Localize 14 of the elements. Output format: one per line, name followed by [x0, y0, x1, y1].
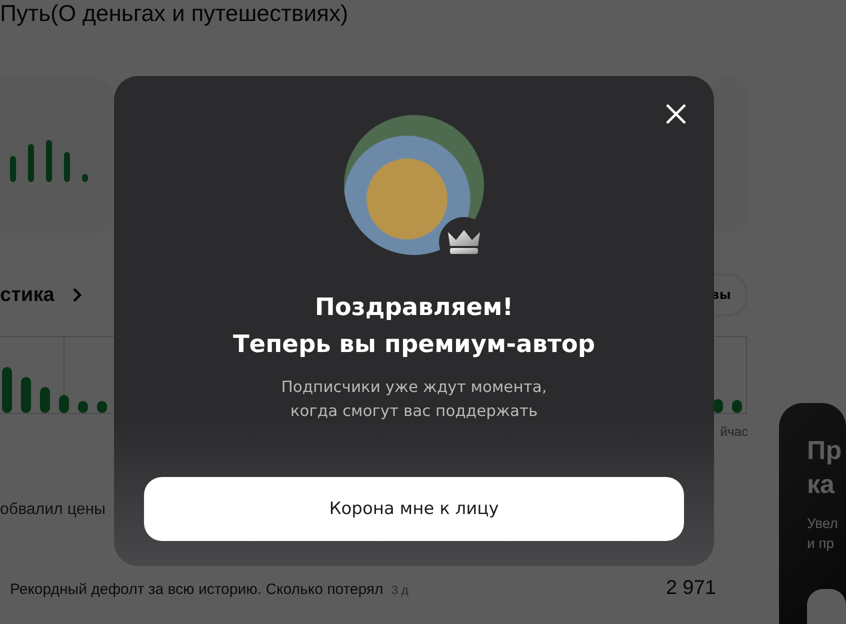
promo-text: Увел и пр: [807, 514, 839, 553]
view-count: 2 971: [666, 577, 716, 600]
chevron-right-icon[interactable]: [70, 287, 84, 303]
post-title[interactable]: обвалил цены: [0, 501, 106, 518]
close-icon: [665, 103, 687, 125]
section-heading: стика: [0, 284, 54, 306]
crown-icon: [447, 229, 481, 255]
modal-title: Поздравляем! Теперь вы премиум-автор: [232, 292, 596, 360]
confirm-button[interactable]: Корона мне к лицу: [144, 477, 684, 541]
promo-button[interactable]: [807, 589, 846, 624]
page-title: Путь(О деньгах и путешествиях): [0, 0, 350, 26]
promo-title: Пр ка: [807, 434, 843, 501]
post-title[interactable]: Рекордный дефолт за всю историю. Сколько потерял: [10, 581, 384, 598]
modal-subtitle: Подписчики уже ждут момента, когда смогут вас поддержать: [281, 377, 547, 422]
